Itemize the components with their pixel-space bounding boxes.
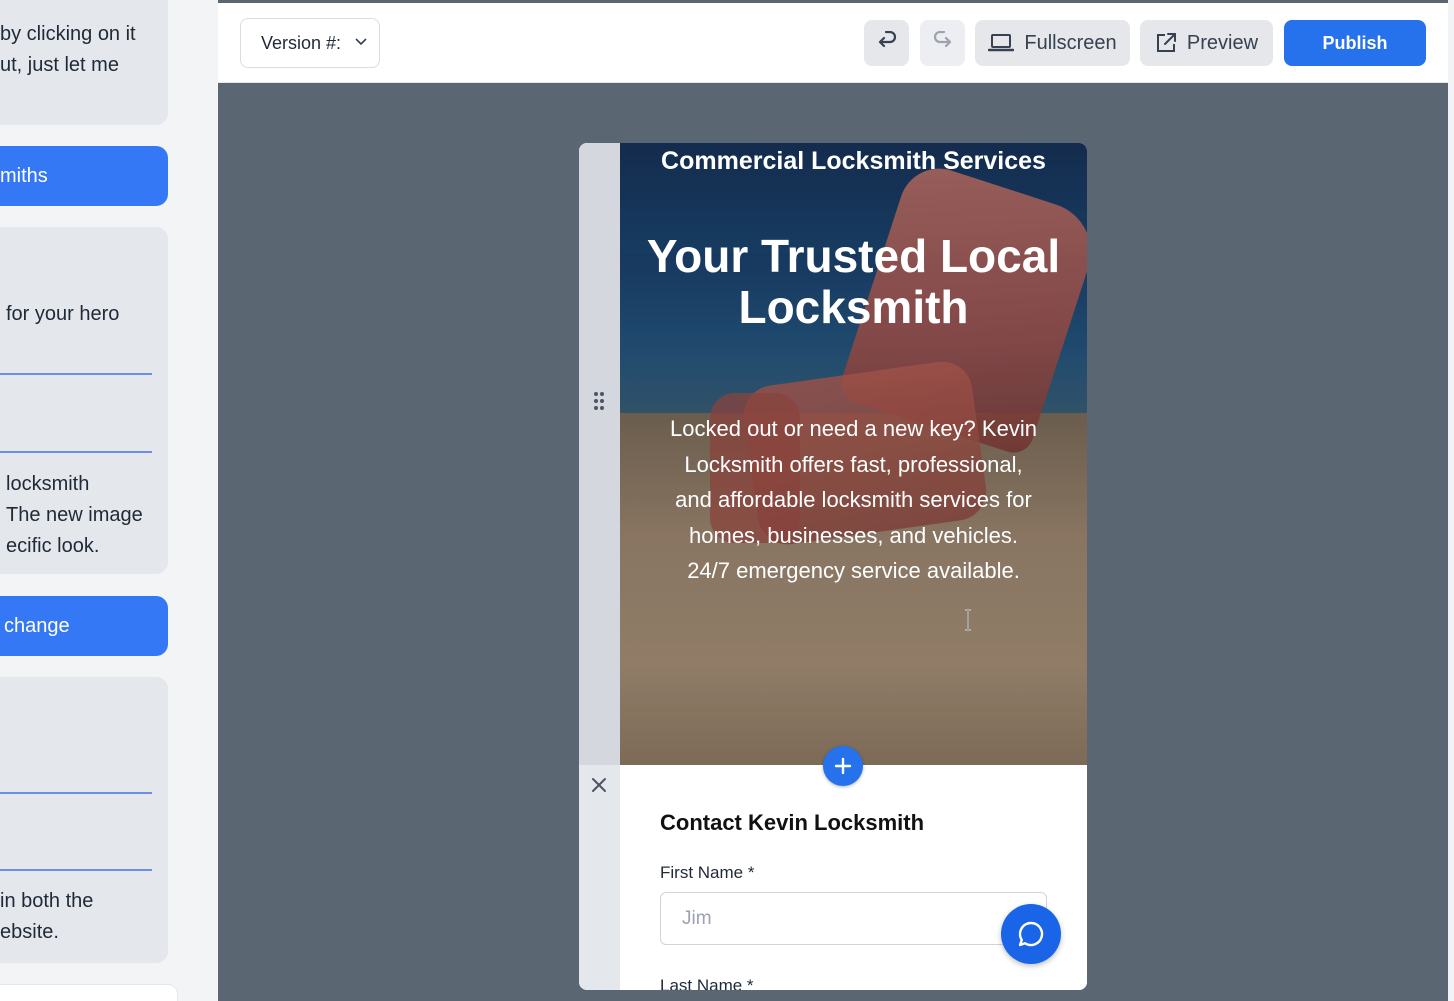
hero-section[interactable]: Commercial Locksmith Services Your Trust… bbox=[620, 143, 1087, 765]
add-section-button[interactable] bbox=[823, 746, 863, 786]
last-name-label: Last Name * bbox=[660, 976, 754, 990]
message-line: for your hero bbox=[6, 303, 120, 325]
message-line: ebsite. bbox=[0, 921, 59, 943]
message-line: by clicking on it bbox=[0, 23, 136, 45]
editor-toolbar: Version #: Fullscreen Preview Publish bbox=[218, 3, 1448, 83]
section-gutter-active bbox=[579, 143, 620, 765]
hero-title[interactable]: Your Trusted Local Locksmith bbox=[620, 231, 1087, 333]
hero-subtitle[interactable]: Commercial Locksmith Services bbox=[620, 143, 1087, 179]
fullscreen-label: Fullscreen bbox=[1024, 31, 1117, 54]
message-line: change bbox=[4, 615, 70, 637]
first-name-input[interactable]: Jim bbox=[660, 892, 1047, 945]
first-name-label: First Name * bbox=[660, 863, 755, 882]
publish-button[interactable]: Publish bbox=[1284, 20, 1426, 66]
chevron-down-icon bbox=[355, 38, 367, 46]
chat-input-card[interactable] bbox=[0, 984, 178, 1001]
message-line: locksmith bbox=[6, 473, 90, 495]
preview-button[interactable]: Preview bbox=[1140, 20, 1273, 66]
undo-button[interactable] bbox=[864, 20, 909, 66]
drag-handle-icon[interactable] bbox=[592, 390, 606, 412]
message-line: miths bbox=[0, 165, 48, 187]
version-select-value: Version #: bbox=[261, 32, 342, 53]
message-line: The new image bbox=[6, 504, 143, 526]
preview-label: Preview bbox=[1186, 31, 1259, 54]
mobile-preview: Commercial Locksmith Services Your Trust… bbox=[579, 143, 1087, 990]
form-title: Contact Kevin Locksmith bbox=[660, 810, 925, 835]
laptop-icon bbox=[988, 34, 1015, 52]
close-icon[interactable] bbox=[589, 775, 609, 795]
version-select[interactable]: Version #: bbox=[240, 18, 380, 68]
chat-message-assistant: for your hero locksmith The new image ec… bbox=[0, 227, 168, 574]
fullscreen-button[interactable]: Fullscreen bbox=[975, 20, 1130, 66]
divider bbox=[0, 451, 152, 453]
chat-message-assistant: by clicking on it ut, just let me bbox=[0, 0, 168, 125]
chat-icon bbox=[1018, 921, 1044, 947]
redo-button[interactable] bbox=[920, 20, 965, 66]
message-line: ut, just let me bbox=[0, 54, 119, 76]
chat-message-assistant: in both the ebsite. bbox=[0, 677, 168, 963]
redo-icon bbox=[933, 31, 951, 48]
divider bbox=[0, 373, 152, 375]
divider bbox=[0, 869, 152, 871]
chat-panel: by clicking on it ut, just let me miths … bbox=[0, 0, 218, 1001]
plus-icon bbox=[834, 757, 852, 775]
divider bbox=[0, 792, 152, 794]
text-cursor-icon bbox=[965, 609, 971, 631]
undo-icon bbox=[878, 31, 896, 48]
message-line: in both the bbox=[0, 890, 94, 912]
hero-description[interactable]: Locked out or need a new key? Kevin Lock… bbox=[670, 411, 1037, 589]
message-line: ecific look. bbox=[6, 535, 100, 557]
chat-message-user: change bbox=[0, 596, 168, 656]
external-link-icon bbox=[1156, 33, 1176, 52]
chat-message-user: miths bbox=[0, 146, 168, 206]
chat-widget-button[interactable] bbox=[1001, 904, 1061, 964]
